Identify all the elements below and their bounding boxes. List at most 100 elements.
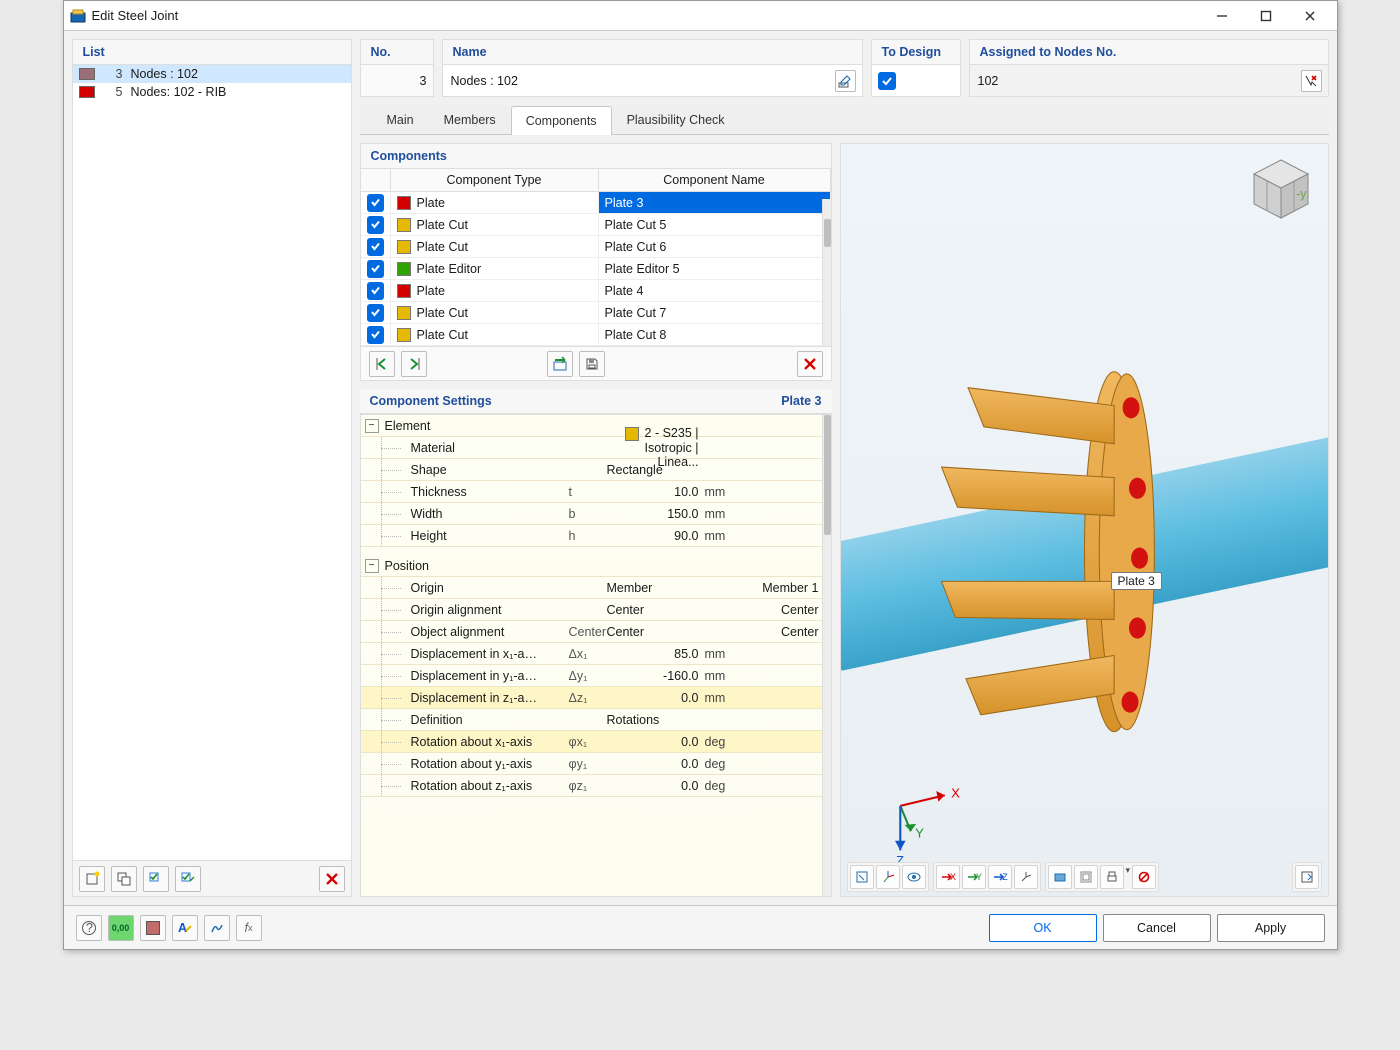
settings-row[interactable]: Material 2 - S235 | Isotropic | Linea... — [361, 437, 831, 459]
header-fields: No. 3 Name To Design As — [360, 39, 1329, 97]
settings-row[interactable]: Thickness t 10.0 mm — [361, 481, 831, 503]
settings-row[interactable]: Shape Rectangle — [361, 459, 831, 481]
close-button[interactable] — [1289, 3, 1331, 29]
list-item[interactable]: 5Nodes: 102 - RIB — [73, 83, 351, 101]
vt-view-z[interactable]: Z — [988, 865, 1012, 889]
save-button[interactable] — [579, 351, 605, 377]
model-drawing: X Y Z — [841, 144, 1328, 896]
table-row[interactable]: Plate Plate 4 — [361, 280, 831, 302]
settings-row[interactable]: Rotation about x₁-axis φx₁ 0.0 deg — [361, 731, 831, 753]
copy-item-button[interactable] — [111, 866, 137, 892]
tab-main[interactable]: Main — [372, 105, 429, 134]
table-row[interactable]: Plate Editor Plate Editor 5 — [361, 258, 831, 280]
settings-row[interactable]: Width b 150.0 mm — [361, 503, 831, 525]
tab-bar: MainMembersComponentsPlausibility Check — [360, 105, 1329, 135]
settings-row[interactable]: Displacement in x₁-a… Δx₁ 85.0 mm — [361, 643, 831, 665]
minimize-button[interactable] — [1201, 3, 1243, 29]
settings-row[interactable]: Height h 90.0 mm — [361, 525, 831, 547]
delete-component-button[interactable] — [797, 351, 823, 377]
labels-button[interactable]: A — [172, 915, 198, 941]
maximize-button[interactable] — [1245, 3, 1287, 29]
edit-name-button[interactable] — [835, 70, 856, 92]
color-button[interactable] — [140, 915, 166, 941]
new-item-button[interactable] — [79, 866, 105, 892]
settings-scrollbar[interactable] — [822, 415, 832, 896]
vt-reset[interactable] — [1132, 865, 1156, 889]
delete-item-button[interactable] — [319, 866, 345, 892]
table-row[interactable]: Plate Cut Plate Cut 8 — [361, 324, 831, 346]
vt-axes[interactable] — [876, 865, 900, 889]
settings-body[interactable]: −Element Material 2 - S235 | Isotropic |… — [360, 414, 832, 897]
footer: ? 0,00 A fx OK Cancel Apply — [64, 905, 1337, 949]
pick-nodes-button[interactable] — [1301, 70, 1322, 92]
components-header: Components — [360, 143, 832, 169]
design-field[interactable] — [871, 65, 961, 97]
settings-group[interactable]: −Element — [361, 415, 831, 437]
import-button[interactable] — [547, 351, 573, 377]
collapse-icon[interactable]: − — [365, 559, 379, 573]
vt-view[interactable] — [902, 865, 926, 889]
table-row[interactable]: Plate Plate 3 — [361, 192, 831, 214]
move-left-button[interactable] — [369, 351, 395, 377]
content-row: Components Component Type Component Name… — [360, 143, 1329, 897]
name-label: Name — [442, 39, 863, 65]
check-all-button[interactable] — [143, 866, 169, 892]
col-name-header: Component Name — [599, 169, 831, 191]
settings-row[interactable]: Displacement in z₁-a… Δz₁ 0.0 mm — [361, 687, 831, 709]
apply-button[interactable]: Apply — [1217, 914, 1325, 942]
ok-button[interactable]: OK — [989, 914, 1097, 942]
viewport-tooltip: Plate 3 — [1111, 572, 1162, 590]
table-row[interactable]: Plate Cut Plate Cut 6 — [361, 236, 831, 258]
vt-display-1[interactable] — [1048, 865, 1072, 889]
settings-row[interactable]: Definition Rotations — [361, 709, 831, 731]
list-toolbar — [72, 861, 352, 897]
settings-row[interactable]: Displacement in y₁-a… Δy₁ -160.0 mm — [361, 665, 831, 687]
svg-text:?: ? — [86, 921, 93, 935]
vt-select[interactable] — [850, 865, 874, 889]
nodes-label: Assigned to Nodes No. — [969, 39, 1329, 65]
name-input[interactable] — [449, 73, 835, 89]
table-row[interactable]: Plate Cut Plate Cut 7 — [361, 302, 831, 324]
settings-row[interactable]: Origin Member Member 1 — [361, 577, 831, 599]
vt-view-y[interactable]: Y — [962, 865, 986, 889]
settings-row[interactable]: Rotation about z₁-axis φz₁ 0.0 deg — [361, 775, 831, 797]
settings-header: Component Settings Plate 3 — [360, 389, 832, 414]
tab-plausibility-check[interactable]: Plausibility Check — [612, 105, 740, 134]
list-item[interactable]: 3Nodes : 102 — [73, 65, 351, 83]
app-window: Edit Steel Joint List 3Nodes : 1025Nodes… — [63, 0, 1338, 950]
vt-view-iso[interactable] — [1014, 865, 1038, 889]
nodes-input[interactable] — [976, 73, 1301, 89]
reports-button[interactable] — [204, 915, 230, 941]
name-field[interactable] — [442, 65, 863, 97]
nodes-field[interactable] — [969, 65, 1329, 97]
uncheck-all-button[interactable] — [175, 866, 201, 892]
vt-expand[interactable] — [1295, 865, 1319, 889]
components-scrollbar[interactable] — [822, 199, 832, 346]
window-body: List 3Nodes : 1025Nodes: 102 - RIB No. 3 — [64, 31, 1337, 905]
cancel-button[interactable]: Cancel — [1103, 914, 1211, 942]
components-table[interactable]: Component Type Component Name Plate Plat… — [360, 169, 832, 347]
col-type-header: Component Type — [391, 169, 599, 191]
viewport-3d[interactable]: X Y Z Plate 3 — [840, 143, 1329, 897]
window-title: Edit Steel Joint — [92, 8, 1199, 23]
collapse-icon[interactable]: − — [365, 419, 379, 433]
fx-button[interactable]: fx — [236, 915, 262, 941]
navcube[interactable]: -y — [1246, 154, 1316, 224]
help-button[interactable]: ? — [76, 915, 102, 941]
settings-row[interactable]: Origin alignment Center Center — [361, 599, 831, 621]
svg-text:Y: Y — [915, 826, 924, 841]
settings-row[interactable]: Rotation about y₁-axis φy₁ 0.0 deg — [361, 753, 831, 775]
settings-row[interactable]: Object alignment Center Center Center — [361, 621, 831, 643]
vt-display-2[interactable] — [1074, 865, 1098, 889]
tab-components[interactable]: Components — [511, 106, 612, 135]
settings-group[interactable]: −Position — [361, 555, 831, 577]
move-right-button[interactable] — [401, 351, 427, 377]
design-checkbox[interactable] — [878, 72, 896, 90]
units-button[interactable]: 0,00 — [108, 915, 134, 941]
vt-print[interactable] — [1100, 865, 1124, 889]
vt-view-x[interactable]: X — [936, 865, 960, 889]
list-body[interactable]: 3Nodes : 1025Nodes: 102 - RIB — [72, 65, 352, 861]
settings-plate-label: Plate 3 — [781, 394, 821, 408]
table-row[interactable]: Plate Cut Plate Cut 5 — [361, 214, 831, 236]
tab-members[interactable]: Members — [429, 105, 511, 134]
